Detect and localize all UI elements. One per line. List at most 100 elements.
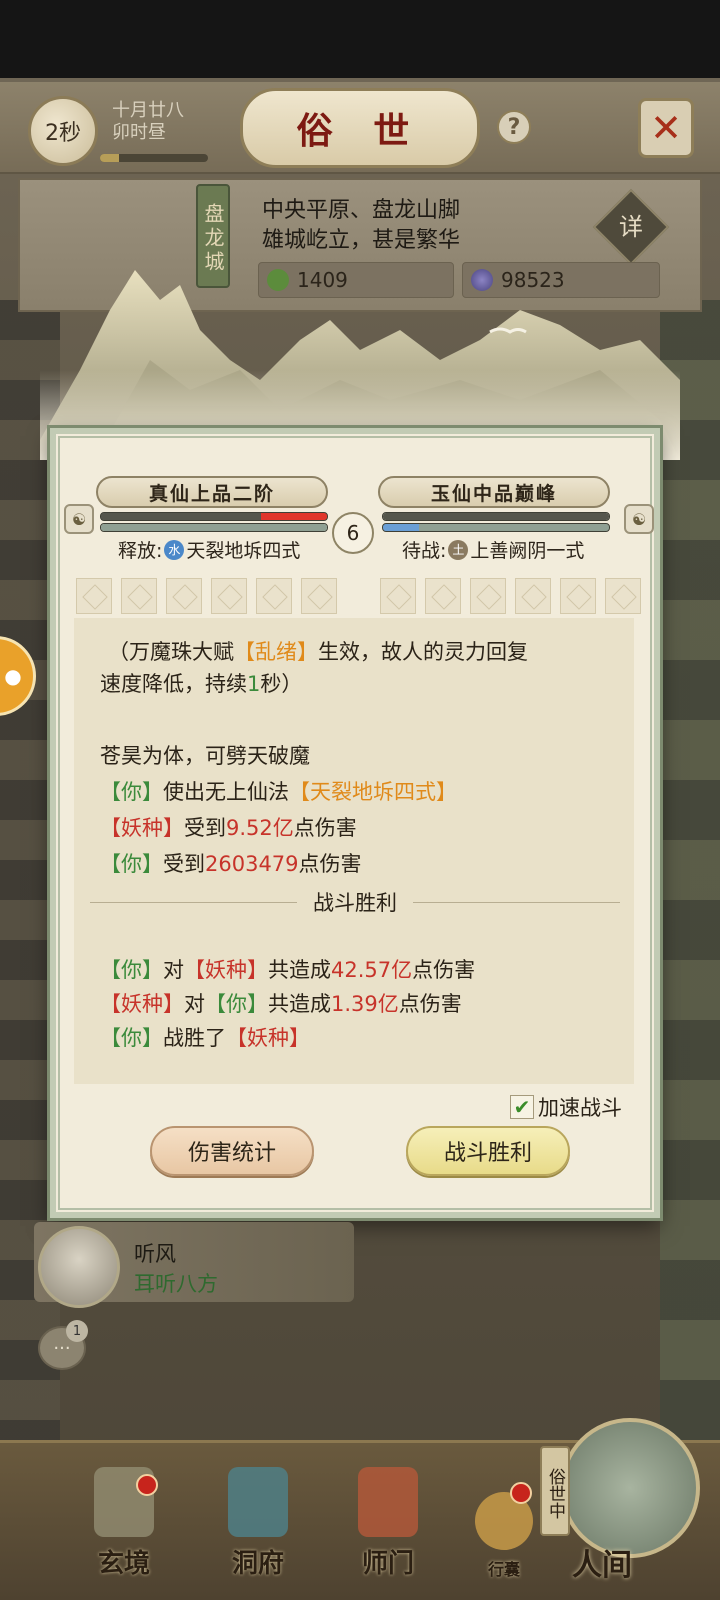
log-line: 【妖种】受到9.52亿点伤害 <box>100 812 357 842</box>
player-mp-bar <box>100 523 328 532</box>
log-text: 对 <box>184 992 205 1016</box>
log-text: 生效，故人的灵力回复 <box>318 640 528 664</box>
help-icon[interactable]: ? <box>497 110 531 144</box>
speed-up-toggle[interactable]: ✔ 加速战斗 <box>510 1092 622 1122</box>
nav-dongfu[interactable]: 洞府 <box>206 1450 310 1590</box>
checkmark-icon[interactable]: ✔ <box>510 1095 534 1119</box>
nav-label: 洞府 <box>231 1549 284 1579</box>
notification-dot <box>136 1474 158 1496</box>
player-hp-bar <box>100 512 328 521</box>
world-label[interactable]: 人间 <box>572 1540 632 1584</box>
world-map-icon[interactable] <box>560 1418 700 1558</box>
world-status-tag: 俗世中 <box>540 1446 570 1536</box>
summary-line: 【你】对【妖种】共造成42.57亿点伤害 <box>100 954 475 984</box>
log-text: 速度降低，持续 <box>100 672 247 696</box>
enemy-skill-name: 上善阙阴一式 <box>470 540 585 562</box>
avatar[interactable] <box>38 1226 120 1308</box>
player-buff-slot <box>121 578 157 614</box>
enemy-buff-slot <box>605 578 641 614</box>
player-buff-slot <box>166 578 202 614</box>
divider-line <box>90 901 297 903</box>
log-skill-name: 【天裂地坼四式】 <box>289 780 457 804</box>
summary-line: 【妖种】对【你】共造成1.39亿点伤害 <box>100 988 462 1018</box>
log-enemy-tag: 【妖种】 <box>100 992 184 1016</box>
nav-label: 玄境 <box>97 1549 150 1579</box>
date-line-1: 十月廿八 <box>112 100 184 121</box>
player-avatar-icon[interactable]: ☯ <box>64 504 94 534</box>
log-line: 【你】受到2603479点伤害 <box>100 848 362 878</box>
enemy-skill: 待战: 土 上善阙阴一式 <box>402 536 584 563</box>
game-date: 十月廿八 卯时昼 <box>112 100 222 144</box>
log-text: 对 <box>163 958 184 982</box>
log-text: 点伤害 <box>298 852 362 876</box>
enemy-buff-slot <box>380 578 416 614</box>
log-enemy-tag: 【妖种】 <box>184 958 268 982</box>
close-icon[interactable]: ✕ <box>638 98 694 158</box>
log-player-tag: 【你】 <box>100 852 163 876</box>
enemy-avatar-icon[interactable]: ☯ <box>624 504 654 534</box>
victory-divider: 战斗胜利 <box>90 890 620 915</box>
player-hp-lost <box>261 513 327 520</box>
log-text: 受到 <box>163 852 205 876</box>
log-line: 速度降低，持续1秒） <box>100 668 302 698</box>
water-element-icon: 水 <box>164 539 185 560</box>
log-damage: 42.57亿 <box>331 958 413 982</box>
log-text: 战胜了 <box>163 1026 226 1050</box>
nav-xuanjing[interactable]: 玄境 <box>72 1450 176 1590</box>
enemy-buff-slot <box>425 578 461 614</box>
log-damage: 1.39亿 <box>331 992 399 1016</box>
log-text: 秒） <box>260 672 303 696</box>
chat-badge: 1 <box>66 1320 88 1342</box>
log-player-tag: 【你】 <box>205 992 268 1016</box>
detail-button-label: 详 <box>619 213 643 241</box>
log-enemy-tag: 【妖种】 <box>100 816 184 840</box>
log-enemy-tag: 【妖种】 <box>226 1026 310 1050</box>
enemy-buff-slot <box>560 578 596 614</box>
damage-stats-button[interactable]: 伤害统计 <box>150 1126 314 1176</box>
player-hp-remaining <box>101 513 262 520</box>
log-line: 苍昊为体，可劈天破魔 <box>100 744 310 768</box>
page-title: 俗 世 <box>240 88 480 168</box>
speed-up-label: 加速战斗 <box>538 1096 622 1120</box>
summary-line: 【你】战胜了【妖种】 <box>100 1022 310 1052</box>
date-line-2: 卯时昼 <box>112 122 166 143</box>
npc-title: 耳听八方 <box>134 1272 218 1296</box>
nav-shimen[interactable]: 师门 <box>336 1450 440 1590</box>
log-text: 点伤害 <box>412 958 476 982</box>
enemy-buff-slot <box>515 578 551 614</box>
player-skill-prefix: 释放: <box>118 540 163 562</box>
shimen-icon <box>358 1467 418 1537</box>
enemy-mp-empty <box>419 524 609 531</box>
player-buff-slot <box>211 578 247 614</box>
divider-line <box>413 901 620 903</box>
log-player-tag: 【你】 <box>100 780 163 804</box>
player-buff-slot <box>301 578 337 614</box>
log-player-tag: 【你】 <box>100 958 163 982</box>
enemy-hp-fill <box>383 513 609 520</box>
enemy-buff-slot <box>470 578 506 614</box>
log-line: 【你】使出无上仙法【天裂地坼四式】 <box>100 776 457 806</box>
earth-element-icon: 土 <box>448 539 469 560</box>
nav-label: 行囊 <box>487 1560 520 1579</box>
nav-label: 师门 <box>361 1549 414 1579</box>
street-scenery-right <box>660 300 720 1450</box>
enemy-mp-bar <box>382 523 610 532</box>
city-description: 中央平原、盘龙山脚 雄城屹立，甚是繁华 <box>262 196 582 256</box>
player-realm: 真仙上品二阶 <box>96 476 328 508</box>
log-text: 受到 <box>184 816 226 840</box>
log-text: 点伤害 <box>398 992 462 1016</box>
player-buff-slot <box>76 578 112 614</box>
log-duration: 1 <box>247 672 261 696</box>
npc-name: 听风 <box>134 1242 176 1266</box>
log-talent-name: 【乱绪】 <box>234 640 318 664</box>
log-player-tag: 【你】 <box>100 1026 163 1050</box>
log-text: 共造成 <box>268 992 331 1016</box>
city-desc-line-1: 中央平原、盘龙山脚 <box>262 198 461 223</box>
timer-badge: 2秒 <box>28 96 98 166</box>
time-progress-fill <box>100 154 120 162</box>
player-skill-name: 天裂地坼四式 <box>186 540 301 562</box>
dongfu-icon <box>228 1467 288 1537</box>
battle-victory-button[interactable]: 战斗胜利 <box>406 1126 570 1176</box>
log-damage: 9.52亿 <box>226 816 294 840</box>
victory-divider-label: 战斗胜利 <box>313 891 397 915</box>
